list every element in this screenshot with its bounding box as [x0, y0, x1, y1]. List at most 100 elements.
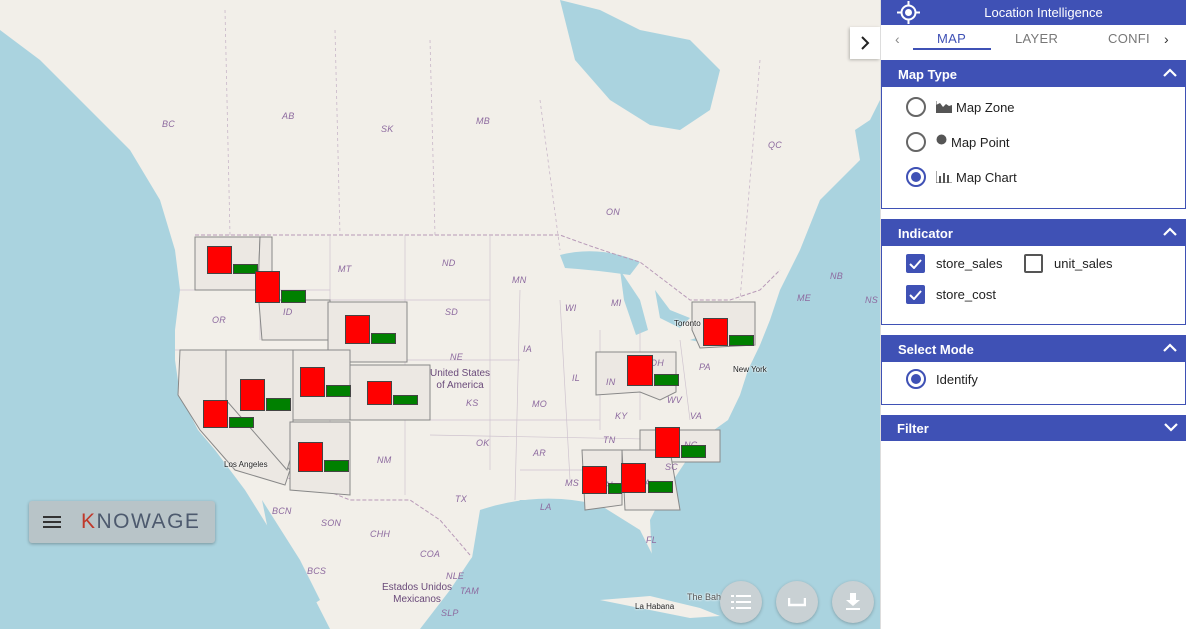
radio-button[interactable]: [906, 167, 926, 187]
region-label: NS: [865, 295, 878, 305]
section-map-type-header[interactable]: Map Type: [882, 61, 1185, 87]
region-label: SK: [381, 124, 394, 134]
tab-layer[interactable]: LAYER: [1015, 31, 1058, 46]
legend-list-button[interactable]: [720, 581, 762, 623]
checkbox-label: store_sales: [936, 256, 1003, 271]
checkmark-icon: [909, 258, 922, 269]
region-label: COA: [420, 549, 441, 559]
radio-button[interactable]: [906, 132, 926, 152]
region-label: WV: [667, 395, 682, 405]
area-chart-icon: [936, 101, 952, 113]
section-filter-header[interactable]: Filter: [881, 415, 1186, 441]
city-label-la-habana: La Habana: [635, 602, 675, 611]
checkbox[interactable]: [906, 285, 925, 304]
section-indicator: Indicator store_sales unit_sales store_c…: [881, 219, 1186, 325]
download-button[interactable]: [832, 581, 874, 623]
radio-label: Map Point: [951, 134, 1010, 150]
region-label: TX: [455, 494, 467, 504]
radio-button[interactable]: [906, 369, 926, 389]
region-label: QC: [768, 140, 782, 150]
side-panel: Location Intelligence ‹ MAP LAYER CONFI …: [880, 0, 1186, 629]
chart-bar-store-sales[interactable]: [703, 318, 728, 346]
region-label: TAM: [460, 586, 479, 596]
chart-bar-store-cost[interactable]: [729, 335, 754, 346]
region-label: MI: [611, 298, 622, 308]
chevron-up-icon: [1163, 343, 1177, 352]
region-label: SC: [665, 462, 678, 472]
tabs-prev-arrow-icon[interactable]: ‹: [895, 31, 900, 47]
region-label: BCS: [307, 566, 327, 576]
chart-bar-store-sales[interactable]: [582, 466, 607, 494]
chart-bar-store-sales[interactable]: [627, 355, 653, 386]
download-icon: [846, 593, 860, 610]
crop-icon: [788, 598, 806, 607]
chart-bar-store-cost[interactable]: [326, 385, 351, 397]
radio-label: Map Zone: [956, 99, 1015, 115]
radio-map-chart[interactable]: Map Chart: [906, 167, 1017, 187]
section-map-type: Map Type Map Zone Map Point Map Chart: [881, 60, 1186, 209]
radio-label: Map Chart: [956, 169, 1017, 185]
knowage-menu-button[interactable]: KNOWAGE: [29, 501, 215, 543]
checkbox-label: store_cost: [936, 287, 996, 302]
region-label: OK: [476, 438, 490, 448]
checkbox-store-sales[interactable]: store_sales: [906, 254, 1002, 273]
chart-bar-store-cost[interactable]: [608, 483, 622, 494]
chart-bar-store-sales[interactable]: [240, 379, 265, 411]
tab-map[interactable]: MAP: [937, 31, 966, 46]
section-indicator-header[interactable]: Indicator: [882, 220, 1185, 246]
chart-bar-store-sales[interactable]: [300, 367, 325, 397]
section-title: Map Type: [898, 66, 957, 82]
chart-bar-store-cost[interactable]: [229, 417, 254, 428]
section-title: Filter: [897, 420, 929, 436]
chart-bar-store-sales[interactable]: [207, 246, 232, 274]
chart-bar-store-sales[interactable]: [255, 271, 280, 303]
panel-header: Location Intelligence: [881, 0, 1186, 25]
chart-bar-store-sales[interactable]: [203, 400, 228, 428]
checkbox-store-cost[interactable]: store_cost: [906, 285, 996, 304]
checkbox[interactable]: [906, 254, 925, 273]
chart-bar-store-sales[interactable]: [655, 427, 680, 458]
region-label: MB: [476, 116, 490, 126]
map-canvas[interactable]: BC AB SK MB QC ON NB NS ME MT ND MN WI M…: [0, 0, 880, 629]
chart-bar-store-sales[interactable]: [298, 442, 323, 472]
chart-bar-store-cost[interactable]: [681, 445, 706, 458]
region-label: TN: [603, 435, 616, 445]
section-title: Indicator: [898, 225, 953, 241]
city-label-bahamas: The Bah: [687, 592, 722, 602]
crop-selection-button[interactable]: [776, 581, 818, 623]
chart-bar-store-cost[interactable]: [654, 374, 679, 386]
chevron-up-icon: [1163, 68, 1177, 77]
collapse-panel-button[interactable]: [850, 27, 880, 59]
section-select-mode-header[interactable]: Select Mode: [882, 336, 1185, 362]
checkbox-label: unit_sales: [1054, 256, 1113, 271]
tab-config[interactable]: CONFI: [1108, 31, 1150, 46]
radio-map-zone[interactable]: Map Zone: [906, 97, 1015, 117]
chart-bar-store-cost[interactable]: [281, 290, 306, 303]
dot-icon: [936, 134, 947, 144]
region-label: ME: [797, 293, 811, 303]
city-label-new-york: New York: [733, 365, 767, 374]
chart-bar-store-cost[interactable]: [393, 395, 418, 405]
region-label: AB: [282, 111, 295, 121]
radio-map-point[interactable]: Map Point: [906, 132, 1010, 152]
chart-bar-store-cost[interactable]: [371, 333, 396, 344]
region-label: LA: [540, 502, 552, 512]
section-title: Select Mode: [898, 341, 974, 357]
chart-bar-store-cost[interactable]: [266, 398, 291, 411]
checkbox-unit-sales[interactable]: unit_sales: [1024, 254, 1113, 273]
region-label: ON: [606, 207, 620, 217]
region-label: AR: [533, 448, 546, 458]
radio-identify[interactable]: Identify: [906, 369, 978, 389]
city-label-toronto: Toronto: [674, 319, 701, 328]
chart-bar-store-cost[interactable]: [324, 460, 349, 472]
chart-bar-store-sales[interactable]: [345, 315, 370, 344]
chart-bar-store-sales[interactable]: [367, 381, 392, 405]
tabs-next-arrow-icon[interactable]: ›: [1164, 31, 1169, 47]
chart-bar-store-cost[interactable]: [648, 481, 673, 493]
region-label: PA: [699, 362, 711, 372]
region-label: VA: [690, 411, 702, 421]
crosshair-target-icon: [897, 1, 920, 24]
checkbox[interactable]: [1024, 254, 1043, 273]
radio-button[interactable]: [906, 97, 926, 117]
chart-bar-store-sales[interactable]: [621, 463, 646, 493]
